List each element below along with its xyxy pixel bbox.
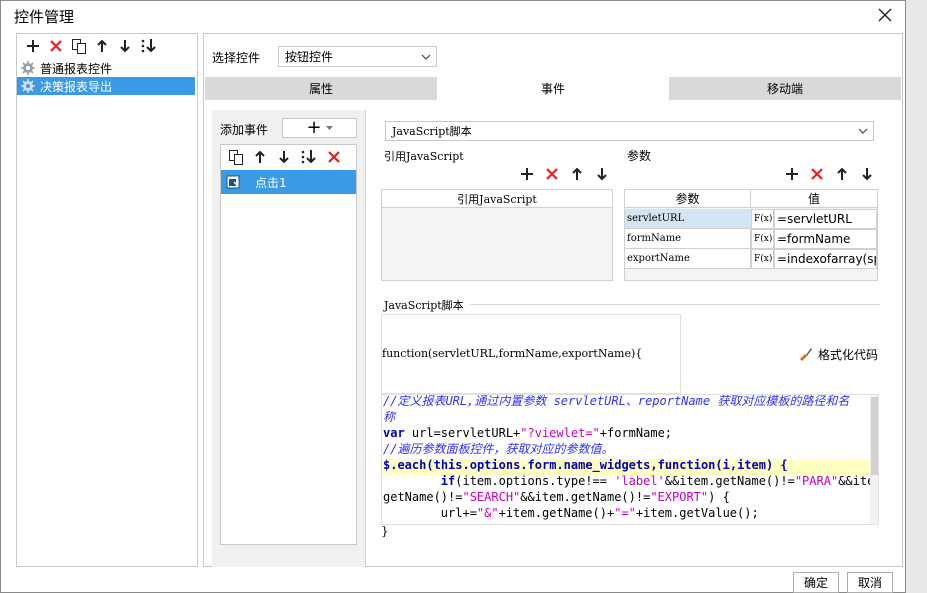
- event-item[interactable]: 点击1: [221, 170, 356, 194]
- js-signature: function(servletURL,formName,exportName)…: [382, 347, 643, 360]
- script-type-value: JavaScript脚本: [392, 125, 472, 138]
- code-line: $.each(this.options.form.name_widgets,fu…: [383, 458, 788, 472]
- move-up-icon[interactable]: [569, 166, 585, 182]
- params-header-name: 参数: [625, 190, 751, 208]
- event-item-label: 点击1: [255, 175, 287, 190]
- events-toolbar: [224, 147, 354, 167]
- param-name-cell[interactable]: servletURL: [625, 209, 751, 229]
- delete-icon[interactable]: [544, 166, 560, 182]
- left-toolbar: [17, 34, 197, 58]
- tab-properties[interactable]: 属性: [205, 77, 437, 100]
- code-line: url+="&"+item.getName()+"="+item.getValu…: [383, 506, 759, 520]
- move-down-icon[interactable]: [859, 166, 875, 182]
- code-line: //遍历参数面板控件，获取对应的参数值。: [383, 442, 614, 456]
- params-toolbar: [784, 165, 876, 183]
- fx-button[interactable]: F(x): [751, 209, 774, 229]
- move-bottom-icon[interactable]: [139, 37, 159, 55]
- tree-item[interactable]: 普通报表控件: [17, 59, 195, 77]
- add-icon[interactable]: [24, 37, 42, 55]
- move-up-icon[interactable]: [93, 37, 111, 55]
- move-bottom-icon[interactable]: [299, 148, 319, 166]
- add-event-button[interactable]: +: [282, 118, 357, 138]
- chevron-down-icon: [853, 128, 873, 134]
- move-down-icon[interactable]: [116, 37, 134, 55]
- code-line: getName()!="SEARCH"&&item.getName()!="EX…: [383, 490, 730, 504]
- code-line: if(item.options.type!== 'label'&&item.ge…: [383, 474, 878, 488]
- param-name-cell[interactable]: formName: [625, 229, 751, 249]
- tab-events[interactable]: 事件: [437, 77, 669, 100]
- code-line: //定义报表URL,通过内置参数 servletURL、reportName 获…: [383, 394, 850, 408]
- code-text: //定义报表URL,通过内置参数 servletURL、reportName 获…: [383, 394, 878, 521]
- move-up-icon[interactable]: [834, 166, 850, 182]
- brush-icon: [797, 345, 815, 363]
- tree-item-label: 普通报表控件: [40, 61, 113, 76]
- param-value-cell[interactable]: =formName: [774, 229, 877, 249]
- script-type-select[interactable]: JavaScript脚本: [385, 121, 874, 141]
- add-icon[interactable]: [519, 166, 535, 182]
- delete-icon[interactable]: [47, 37, 65, 55]
- code-scrollbar[interactable]: [870, 395, 878, 524]
- add-icon[interactable]: [784, 166, 800, 182]
- control-select[interactable]: 按钮控件: [278, 46, 437, 67]
- fx-button[interactable]: F(x): [751, 229, 774, 249]
- tab-mobile[interactable]: 移动端: [669, 77, 901, 100]
- tree-item-selected[interactable]: 决策报表导出: [17, 77, 195, 95]
- param-name-cell[interactable]: exportName: [625, 249, 751, 269]
- copy-icon[interactable]: [227, 148, 245, 166]
- ref-js-section-label: 引用JavaScript: [384, 150, 464, 163]
- code-editor[interactable]: //定义报表URL,通过内置参数 servletURL、reportName 获…: [381, 394, 879, 525]
- chevron-down-icon: [325, 126, 333, 130]
- move-down-icon[interactable]: [275, 148, 293, 166]
- move-down-icon[interactable]: [594, 166, 610, 182]
- chevron-down-icon: [416, 54, 436, 60]
- events-list: [220, 144, 357, 545]
- delete-icon[interactable]: [809, 166, 825, 182]
- window-title: 控件管理: [14, 8, 75, 26]
- params-section-label: 参数: [627, 149, 652, 163]
- param-value-cell[interactable]: =servletURL: [774, 209, 877, 229]
- event-icon: [221, 170, 245, 194]
- control-select-label: 选择控件: [212, 51, 261, 65]
- ref-js-column-header: 引用JavaScript: [382, 190, 612, 208]
- param-value-cell[interactable]: =indexofarray(spl: [774, 249, 877, 269]
- js-closing-brace: }: [381, 524, 389, 538]
- copy-icon[interactable]: [70, 37, 88, 55]
- move-up-icon[interactable]: [251, 148, 269, 166]
- js-section-divider: [470, 304, 880, 305]
- format-code-button[interactable]: 格式化代码: [797, 344, 878, 364]
- code-line: var url=servletURL+"?viewlet="+formName;: [383, 426, 673, 440]
- ok-button[interactable]: 确定: [793, 572, 839, 593]
- delete-icon[interactable]: [325, 148, 343, 166]
- code-scrollbar-thumb[interactable]: [871, 397, 878, 475]
- add-event-plus: +: [306, 117, 322, 138]
- format-code-label: 格式化代码: [818, 347, 879, 362]
- code-line: 称: [383, 410, 396, 424]
- left-panel: [16, 33, 198, 567]
- gear-icon: [19, 60, 37, 76]
- control-select-value: 按钮控件: [285, 50, 334, 64]
- js-section-label: JavaScript脚本: [384, 299, 464, 312]
- cancel-button[interactable]: 取消: [847, 572, 893, 593]
- params-header-value: 值: [751, 190, 877, 208]
- gear-icon: [19, 78, 37, 94]
- ref-js-toolbar: [519, 165, 611, 183]
- fx-button[interactable]: F(x): [751, 249, 774, 269]
- tree-item-label: 决策报表导出: [40, 79, 113, 94]
- add-event-label: 添加事件: [220, 123, 269, 137]
- close-icon[interactable]: [874, 4, 896, 26]
